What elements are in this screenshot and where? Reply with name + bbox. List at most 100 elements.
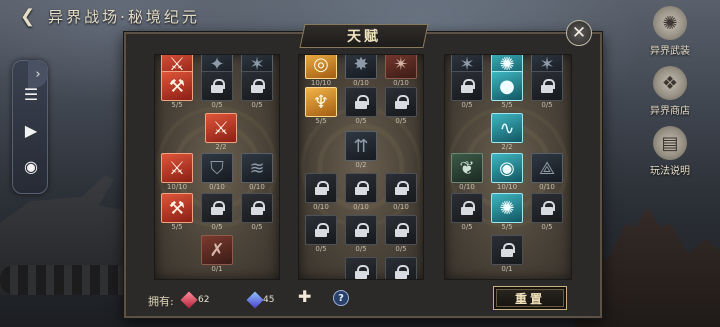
lock-shape: [461, 201, 475, 215]
right-menu-label: 异界武装: [650, 46, 690, 57]
talent-slot[interactable]: 0/5: [201, 193, 233, 231]
talent-slot[interactable]: ⚒ 5/5: [161, 193, 193, 231]
talent-slot[interactable]: 0/5: [531, 71, 563, 109]
lock-icon: [531, 71, 563, 101]
talent-level: 0/5: [541, 223, 553, 231]
lock-shape: [251, 201, 265, 215]
wave-icon: ∿: [491, 113, 523, 143]
talent-level: 0/5: [315, 245, 327, 253]
talent-level: 5/5: [315, 117, 327, 125]
talent-slot[interactable]: ◎ 10/10: [305, 55, 337, 87]
owned-label: 拥有:: [148, 295, 174, 308]
talent-slot[interactable]: 0/5: [451, 193, 483, 231]
talent-level: 10/10: [496, 183, 518, 191]
talent-slot[interactable]: ⇈ 0/2: [345, 131, 377, 169]
talent-slot[interactable]: ◉ 10/10: [491, 153, 523, 191]
eagle-icon: ♆: [305, 87, 337, 117]
talent-slot[interactable]: 0/5: [345, 87, 377, 125]
talent-level: 0/10: [353, 203, 369, 211]
reset-button[interactable]: 重置: [493, 286, 567, 310]
right-menu-label: 异界商店: [650, 106, 690, 117]
talent-level: 5/5: [501, 223, 513, 231]
sword-icon: ⚔: [161, 153, 193, 183]
dialog-title: 天赋: [347, 29, 381, 45]
cross-swords-icon: ✗: [201, 235, 233, 265]
talent-slot[interactable]: ✺ 5/5: [491, 193, 523, 231]
lock-shape: [211, 201, 225, 215]
talent-slot[interactable]: 0/5: [385, 215, 417, 253]
lock-icon: [345, 87, 377, 117]
axe-icon: ⚒: [161, 71, 193, 101]
talent-level: 0/10: [393, 79, 409, 87]
talent-slot[interactable]: ✗ 0/1: [201, 235, 233, 273]
lock-icon: [345, 215, 377, 245]
talent-level: 0/10: [249, 183, 265, 191]
talent-slot[interactable]: 0/5: [531, 193, 563, 231]
right-menu-item-arms[interactable]: ✺ 异界武装: [640, 6, 700, 57]
talent-level: 0/5: [395, 245, 407, 253]
talent-slot[interactable]: 0/5: [451, 71, 483, 109]
talent-slot[interactable]: 0/5: [241, 193, 273, 231]
talent-level: 0/1: [501, 265, 513, 273]
plus-icon[interactable]: ✚: [298, 287, 311, 306]
arrows-icon: ⇈: [345, 131, 377, 161]
play-icon[interactable]: ▶: [19, 119, 43, 141]
lock-icon: [385, 257, 417, 279]
talent-slot[interactable]: ● 5/5: [491, 71, 523, 109]
talent-level: 10/10: [166, 183, 188, 191]
talent-slot[interactable]: 0/10: [305, 173, 337, 211]
talent-slot[interactable]: ✴ 0/10: [385, 55, 417, 87]
talent-slot[interactable]: 0/5: [345, 257, 377, 279]
talent-level: 0/1: [211, 265, 223, 273]
talent-slot[interactable]: 0/5: [305, 215, 337, 253]
lock-icon: [491, 235, 523, 265]
talent-panel-1: ⚔10/10✦0/10✶0/10⚒5/50/50/5⚔2/2⚔10/10⛉0/1…: [154, 54, 280, 280]
talent-slot[interactable]: ∿ 2/2: [491, 113, 523, 151]
lock-shape: [395, 181, 409, 195]
close-icon[interactable]: ✕: [566, 20, 592, 46]
right-menu-item-guide[interactable]: ▤ 玩法说明: [640, 126, 700, 177]
lock-icon: [345, 257, 377, 279]
lock-icon: [385, 215, 417, 245]
talent-slot[interactable]: 0/10: [385, 173, 417, 211]
lock-shape: [355, 265, 369, 279]
talent-level: 0/5: [355, 117, 367, 125]
talent-level: 0/5: [211, 101, 223, 109]
lock-shape: [355, 223, 369, 237]
talent-slot[interactable]: 0/5: [201, 71, 233, 109]
talent-slot[interactable]: ⛉ 0/10: [201, 153, 233, 191]
help-button[interactable]: ?: [333, 290, 349, 306]
right-menu-item-shop[interactable]: ❖ 异界商店: [640, 66, 700, 117]
talent-level: 0/5: [541, 101, 553, 109]
record-icon[interactable]: ◉: [19, 155, 43, 177]
talent-slot[interactable]: ⚔10/10: [161, 153, 193, 191]
lock-icon: [451, 193, 483, 223]
talent-slot[interactable]: 0/1: [491, 235, 523, 273]
talent-slot[interactable]: ❦ 0/10: [451, 153, 483, 191]
ring-icon: ◉: [491, 153, 523, 183]
talent-level: 0/10: [313, 203, 329, 211]
talent-slot[interactable]: ⚒ 5/5: [161, 71, 193, 109]
lock-shape: [461, 79, 475, 93]
back-arrow-icon[interactable]: ❮: [20, 6, 38, 27]
leaf-icon: ❦: [451, 153, 483, 183]
lock-shape: [501, 243, 515, 257]
talent-level: 2/2: [215, 143, 227, 151]
talent-slot[interactable]: 0/5: [385, 257, 417, 279]
talent-slot[interactable]: 0/5: [241, 71, 273, 109]
talent-slot[interactable]: 0/10: [345, 173, 377, 211]
talent-slot[interactable]: ♆ 5/5: [305, 87, 337, 125]
emblem-icon: ✺: [653, 6, 687, 40]
talent-slot[interactable]: 0/5: [345, 215, 377, 253]
talent-level: 5/5: [171, 101, 183, 109]
talent-slot[interactable]: ✸ 0/10: [345, 55, 377, 87]
talent-slot[interactable]: ≋ 0/10: [241, 153, 273, 191]
lock-shape: [315, 223, 329, 237]
talent-slot[interactable]: 0/5: [385, 87, 417, 125]
talent-slot[interactable]: ⟁ 0/10: [531, 153, 563, 191]
lock-icon: [201, 71, 233, 101]
talent-level: 5/5: [171, 223, 183, 231]
lock-icon: [305, 173, 337, 203]
talent-panel-3: ✶0/10✺10/10✶0/100/5●5/50/5∿2/2❦0/10◉10/1…: [444, 54, 572, 280]
talent-slot[interactable]: ⚔ 2/2: [205, 113, 237, 151]
